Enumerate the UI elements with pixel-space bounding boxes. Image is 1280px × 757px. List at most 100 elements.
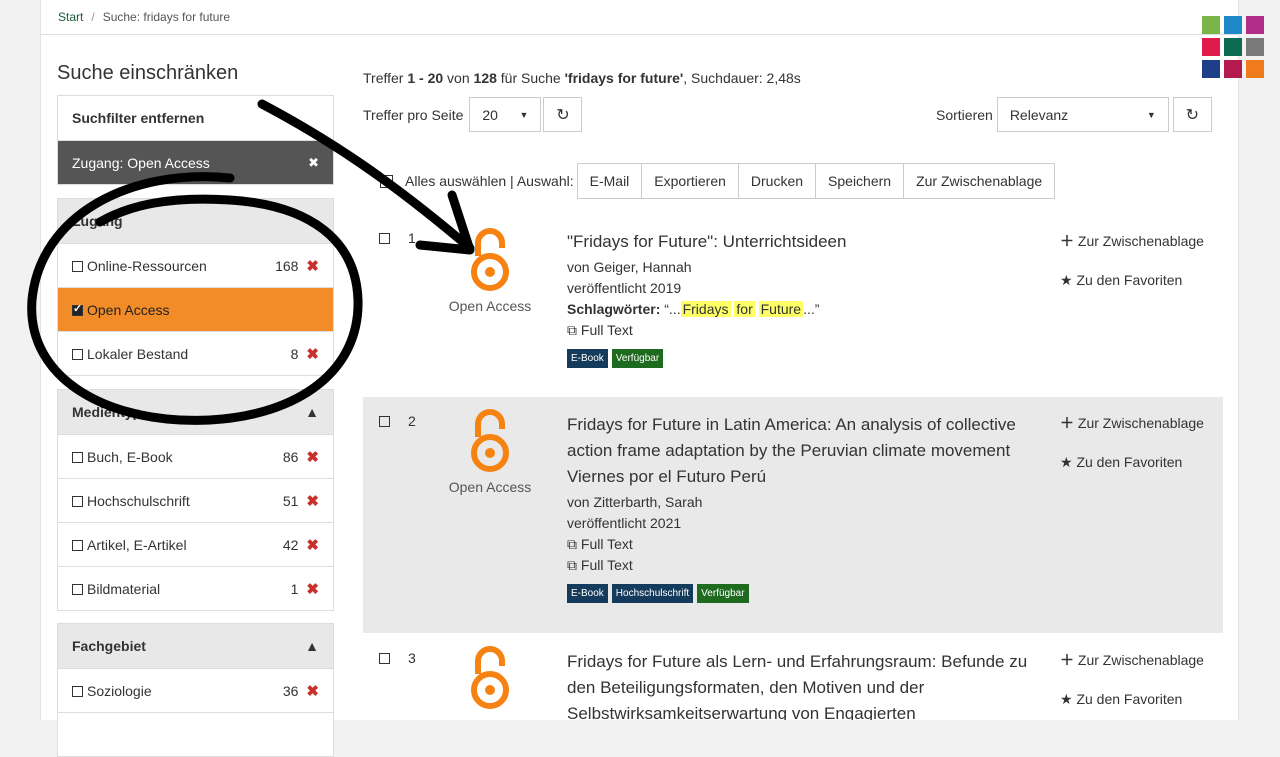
sort-value: Relevanz [1009, 106, 1069, 123]
plus-icon: ＋ [1060, 233, 1074, 249]
author-link[interactable]: Zitterbarth, Sarah [593, 494, 702, 510]
star-icon: ★ [1060, 454, 1073, 470]
facet-item-label: Lokaler Bestand [87, 345, 189, 362]
hits-summary: Treffer 1 - 20 von 128 für Suche 'friday… [363, 70, 801, 86]
result-index: 1 [408, 230, 416, 246]
full-text-link[interactable]: Full Text [581, 557, 633, 573]
checkbox-icon[interactable] [72, 583, 83, 595]
add-to-favorites-button[interactable]: ★ Zu den Favoriten [1060, 272, 1220, 289]
facet-item-open-access[interactable]: Open Access [58, 287, 333, 331]
keywords-open: “... [660, 301, 681, 317]
remove-icon[interactable]: ✖ [306, 257, 319, 275]
add-to-clipboard-button[interactable]: ＋ Zur Zwischenablage [1060, 650, 1220, 670]
print-button[interactable]: Drucken [737, 163, 817, 199]
result-title[interactable]: Fridays for Future als Lern- und Erfahru… [567, 652, 1027, 720]
facet-item-label: Artikel, E-Artikel [87, 536, 187, 553]
facet-zugang-head[interactable]: Zugang [58, 199, 333, 243]
remove-icon[interactable]: ✖ [306, 682, 319, 700]
remove-filters-button[interactable]: Suchfilter entfernen [58, 96, 333, 140]
close-icon[interactable]: ✖ [308, 155, 319, 171]
facet-medientyp: Medientyp ▲ Buch, E-Book 86 ✖ Hochschulschr… [57, 389, 334, 611]
remove-icon[interactable]: ✖ [306, 580, 319, 598]
add-to-clipboard-label: Zur Zwischenablage [1077, 233, 1204, 249]
add-to-clipboard-button[interactable]: ＋ Zur Zwischenablage [1060, 231, 1220, 251]
checked-checkbox-icon[interactable] [72, 302, 83, 316]
facet-item-artikel[interactable]: Artikel, E-Artikel 42 ✖ [58, 522, 333, 566]
result-checkbox[interactable] [379, 232, 390, 244]
sort-refresh-button[interactable]: ↻ [1172, 97, 1212, 132]
facet-item-lokaler-bestand[interactable]: Lokaler Bestand 8 ✖ [58, 331, 333, 375]
author-prefix: von [567, 494, 594, 510]
add-to-clipboard-label: Zur Zwischenablage [1077, 652, 1204, 668]
result-content: Fridays for Future in Latin America: An … [567, 412, 1057, 603]
breadcrumb-separator: / [91, 10, 95, 24]
select-all-checkbox[interactable] [380, 174, 393, 188]
per-page-value: 20 [482, 106, 498, 123]
keyword-highlight: Fridays [680, 301, 731, 317]
result-title[interactable]: "Fridays for Future": Unterrichtsideen [567, 232, 846, 251]
result-checkbox[interactable] [379, 415, 390, 427]
facet-item-hochschulschrift[interactable]: Hochschulschrift 51 ✖ [58, 478, 333, 522]
keywords-close: ...” [803, 301, 820, 317]
export-button[interactable]: Exportieren [641, 163, 739, 199]
facet-item-label: Buch, E-Book [87, 448, 173, 465]
result-title[interactable]: Fridays for Future in Latin America: An … [567, 415, 1016, 486]
checkbox-icon[interactable] [72, 348, 83, 360]
facet-item-next[interactable] [58, 712, 333, 756]
per-page-label: Treffer pro Seite [363, 106, 464, 123]
checkbox-icon[interactable] [72, 539, 83, 551]
facet-fachgebiet-head[interactable]: Fachgebiet ▲ [58, 624, 333, 668]
active-filter-open-access[interactable]: Zugang: Open Access ✖ [58, 140, 333, 184]
sort-select[interactable]: Relevanz ▼ [996, 97, 1169, 132]
checkbox-icon[interactable] [72, 685, 83, 697]
author-prefix: von [567, 259, 594, 275]
remove-icon[interactable]: ✖ [306, 492, 319, 510]
facet-item-online-ressourcen[interactable]: Online-Ressourcen 168 ✖ [58, 243, 333, 287]
per-page-select[interactable]: 20 ▼ [469, 97, 542, 132]
full-text-link[interactable]: Full Text [581, 536, 633, 552]
facet-medientyp-head[interactable]: Medientyp ▲ [58, 390, 333, 434]
facet-item-label: Hochschulschrift [87, 492, 190, 509]
hits-range: 1 - 20 [407, 70, 444, 86]
add-to-clipboard-label: Zur Zwischenablage [1077, 415, 1204, 431]
facet-zugang: Zugang Online-Ressourcen 168 ✖ Open Access… [57, 198, 334, 376]
breadcrumb-home[interactable]: Start [58, 10, 83, 24]
hits-of: von [443, 70, 474, 86]
logo-square [1202, 16, 1220, 34]
result-actions: ＋ Zur Zwischenablage ★ Zu den Favoriten [1060, 231, 1220, 310]
save-button[interactable]: Speichern [815, 163, 905, 199]
remove-icon[interactable]: ✖ [306, 536, 319, 554]
facet-head-label: Zugang [72, 213, 123, 229]
facet-item-bildmaterial[interactable]: Bildmaterial 1 ✖ [58, 566, 333, 610]
remove-icon[interactable]: ✖ [306, 448, 319, 466]
collapse-icon[interactable]: ▲ [305, 638, 319, 654]
keywords-label: Schlagwörter: [567, 301, 661, 317]
full-text-link[interactable]: Full Text [581, 322, 633, 338]
logo-square [1224, 16, 1242, 34]
add-to-favorites-label: Zu den Favoriten [1076, 691, 1183, 707]
refresh-button[interactable]: ↻ [543, 97, 583, 132]
media-badge: E-Book [567, 349, 608, 368]
clipboard-button[interactable]: Zur Zwischenablage [903, 163, 1056, 199]
add-to-favorites-label: Zu den Favoriten [1076, 272, 1183, 288]
facet-head-label: Fachgebiet [72, 638, 146, 654]
remove-icon[interactable]: ✖ [306, 345, 319, 363]
add-to-favorites-button[interactable]: ★ Zu den Favoriten [1060, 691, 1220, 708]
add-to-favorites-button[interactable]: ★ Zu den Favoriten [1060, 454, 1220, 471]
facet-item-buch[interactable]: Buch, E-Book 86 ✖ [58, 434, 333, 478]
refresh-icon: ↻ [1185, 106, 1200, 124]
facet-item-soziologie[interactable]: Soziologie 36 ✖ [58, 668, 333, 712]
email-button[interactable]: E-Mail [576, 163, 643, 199]
checkbox-icon[interactable] [72, 495, 83, 507]
plus-icon: ＋ [1060, 415, 1074, 431]
collapse-icon[interactable]: ▲ [305, 404, 319, 420]
checkbox-icon[interactable] [72, 451, 83, 463]
author-link[interactable]: Geiger, Hannah [593, 259, 691, 275]
open-access-badge [447, 646, 533, 716]
checkbox-icon[interactable] [72, 260, 83, 272]
add-to-clipboard-button[interactable]: ＋ Zur Zwischenablage [1060, 413, 1220, 433]
facet-item-count: 42 [282, 536, 299, 553]
facet-item-label: Online-Ressourcen [87, 257, 207, 274]
result-checkbox[interactable] [379, 652, 390, 664]
breadcrumb-current: Suche: fridays for future [102, 10, 231, 24]
